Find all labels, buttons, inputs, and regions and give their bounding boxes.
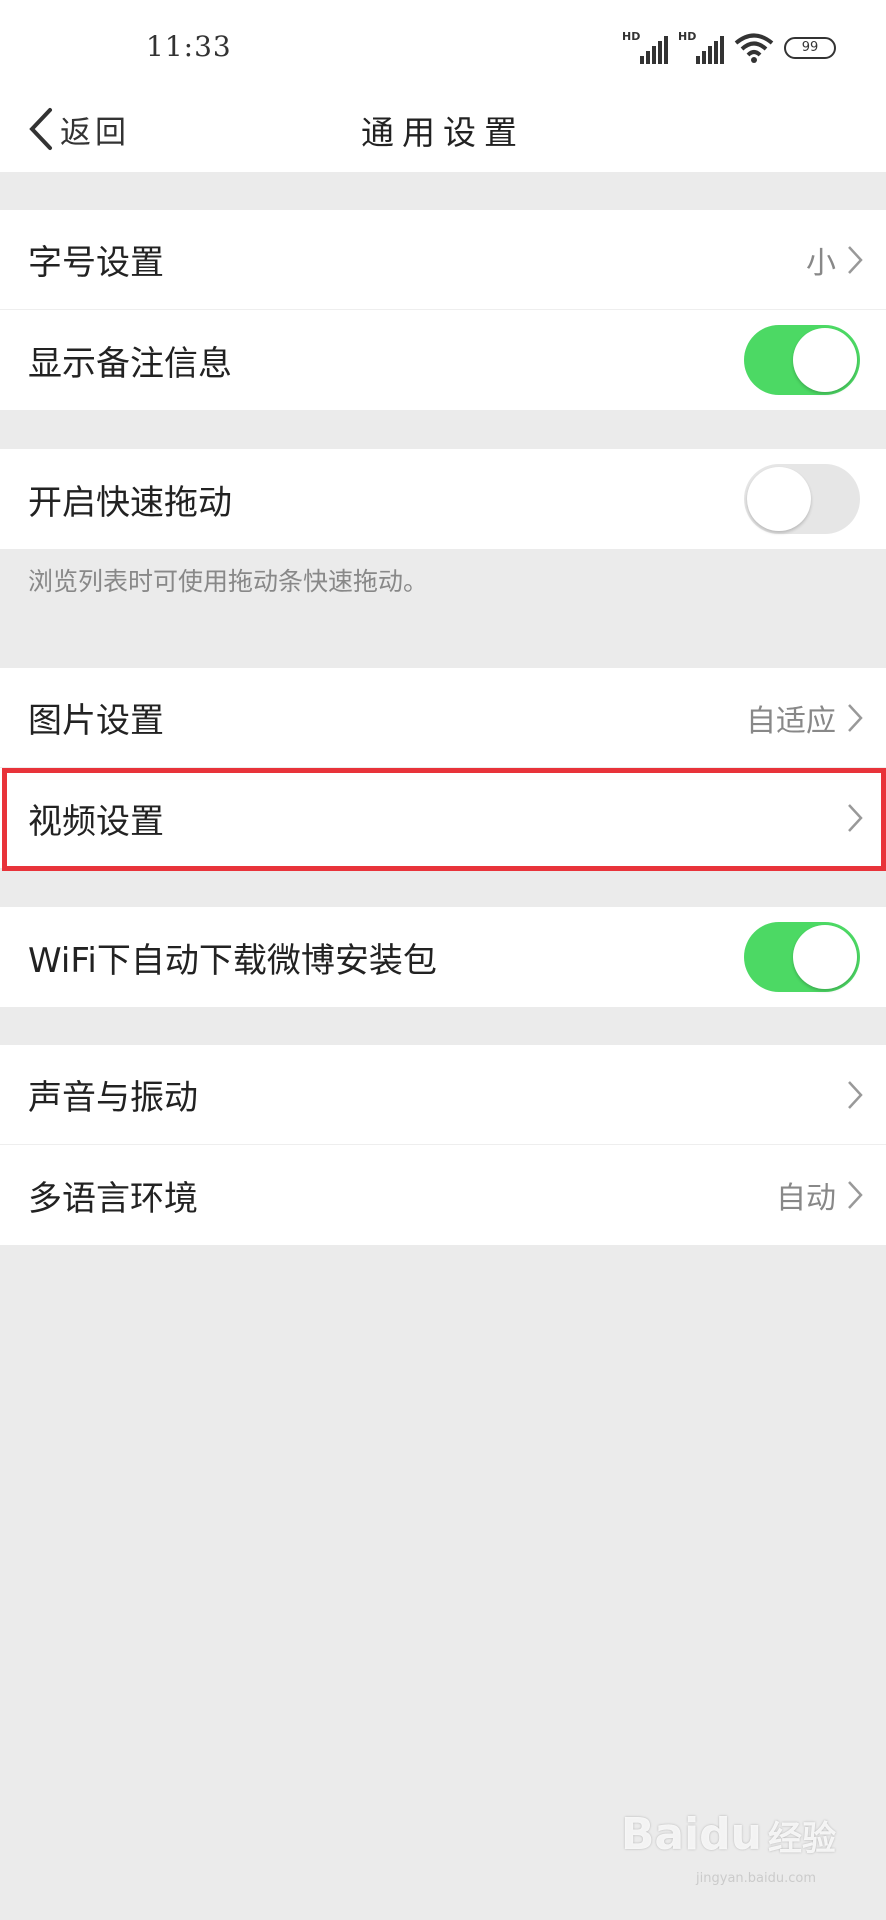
chevron-right-icon xyxy=(848,703,863,732)
sound-vibration-setting[interactable]: 声音与振动 xyxy=(0,1045,886,1145)
settings-group-display: 字号设置 小 显示备注信息 xyxy=(0,210,886,410)
language-label: 多语言环境 xyxy=(28,1178,198,1219)
page-title: 通用设置 xyxy=(361,113,525,152)
image-setting-label: 图片设置 xyxy=(28,701,164,741)
signal-icon: HD xyxy=(622,30,668,64)
chevron-right-icon xyxy=(848,245,863,274)
battery-icon: 99 xyxy=(784,37,836,59)
settings-group-scroll: 开启快速拖动 xyxy=(0,449,886,549)
show-remark-toggle[interactable] xyxy=(744,325,860,395)
video-setting-highlight xyxy=(2,768,886,871)
wifi-autodownload-label: WiFi下自动下载微博安装包 xyxy=(28,940,437,981)
fast-scroll-hint: 浏览列表时可使用拖动条快速拖动。 xyxy=(28,567,429,596)
status-icons: HD HD 99 xyxy=(622,30,836,64)
wifi-autodownload-toggle[interactable] xyxy=(744,922,860,992)
wifi-autodownload-setting: WiFi下自动下载微博安装包 xyxy=(0,907,886,1007)
watermark-brand: Baidu xyxy=(620,1809,762,1860)
sim1-hd-label: HD xyxy=(622,30,641,43)
fast-scroll-setting: 开启快速拖动 xyxy=(0,449,886,549)
nav-bar: 返回 通用设置 xyxy=(0,86,886,172)
show-remark-label: 显示备注信息 xyxy=(28,343,232,384)
font-size-label: 字号设置 xyxy=(28,243,164,283)
chevron-right-icon xyxy=(848,1181,863,1209)
font-size-setting[interactable]: 字号设置 小 xyxy=(0,210,886,310)
watermark-sub: jingyan.baidu.com xyxy=(696,1871,816,1886)
fast-scroll-toggle[interactable] xyxy=(744,464,860,534)
sound-vibration-label: 声音与振动 xyxy=(28,1078,198,1118)
status-bar: 11:33 HD HD 99 xyxy=(0,0,886,86)
image-setting[interactable]: 图片设置 自适应 xyxy=(0,668,886,768)
status-time: 11:33 xyxy=(146,30,232,63)
image-setting-value: 自适应 xyxy=(746,703,836,739)
font-size-value: 小 xyxy=(806,245,836,281)
settings-group-misc: 声音与振动 多语言环境 自动 xyxy=(0,1045,886,1245)
signal-icon: HD xyxy=(678,30,724,64)
baidu-watermark: Baidu 经验 jingyan.baidu.com xyxy=(620,1809,836,1886)
fast-scroll-label: 开启快速拖动 xyxy=(28,482,232,523)
settings-group-download: WiFi下自动下载微博安装包 xyxy=(0,907,886,1007)
sim2-hd-label: HD xyxy=(678,30,697,43)
watermark-cn: 经验 xyxy=(768,1819,836,1859)
language-setting[interactable]: 多语言环境 自动 xyxy=(0,1145,886,1245)
wifi-icon xyxy=(734,33,774,63)
chevron-right-icon xyxy=(848,1080,863,1109)
show-remark-setting: 显示备注信息 xyxy=(0,310,886,410)
language-value: 自动 xyxy=(776,1181,836,1216)
